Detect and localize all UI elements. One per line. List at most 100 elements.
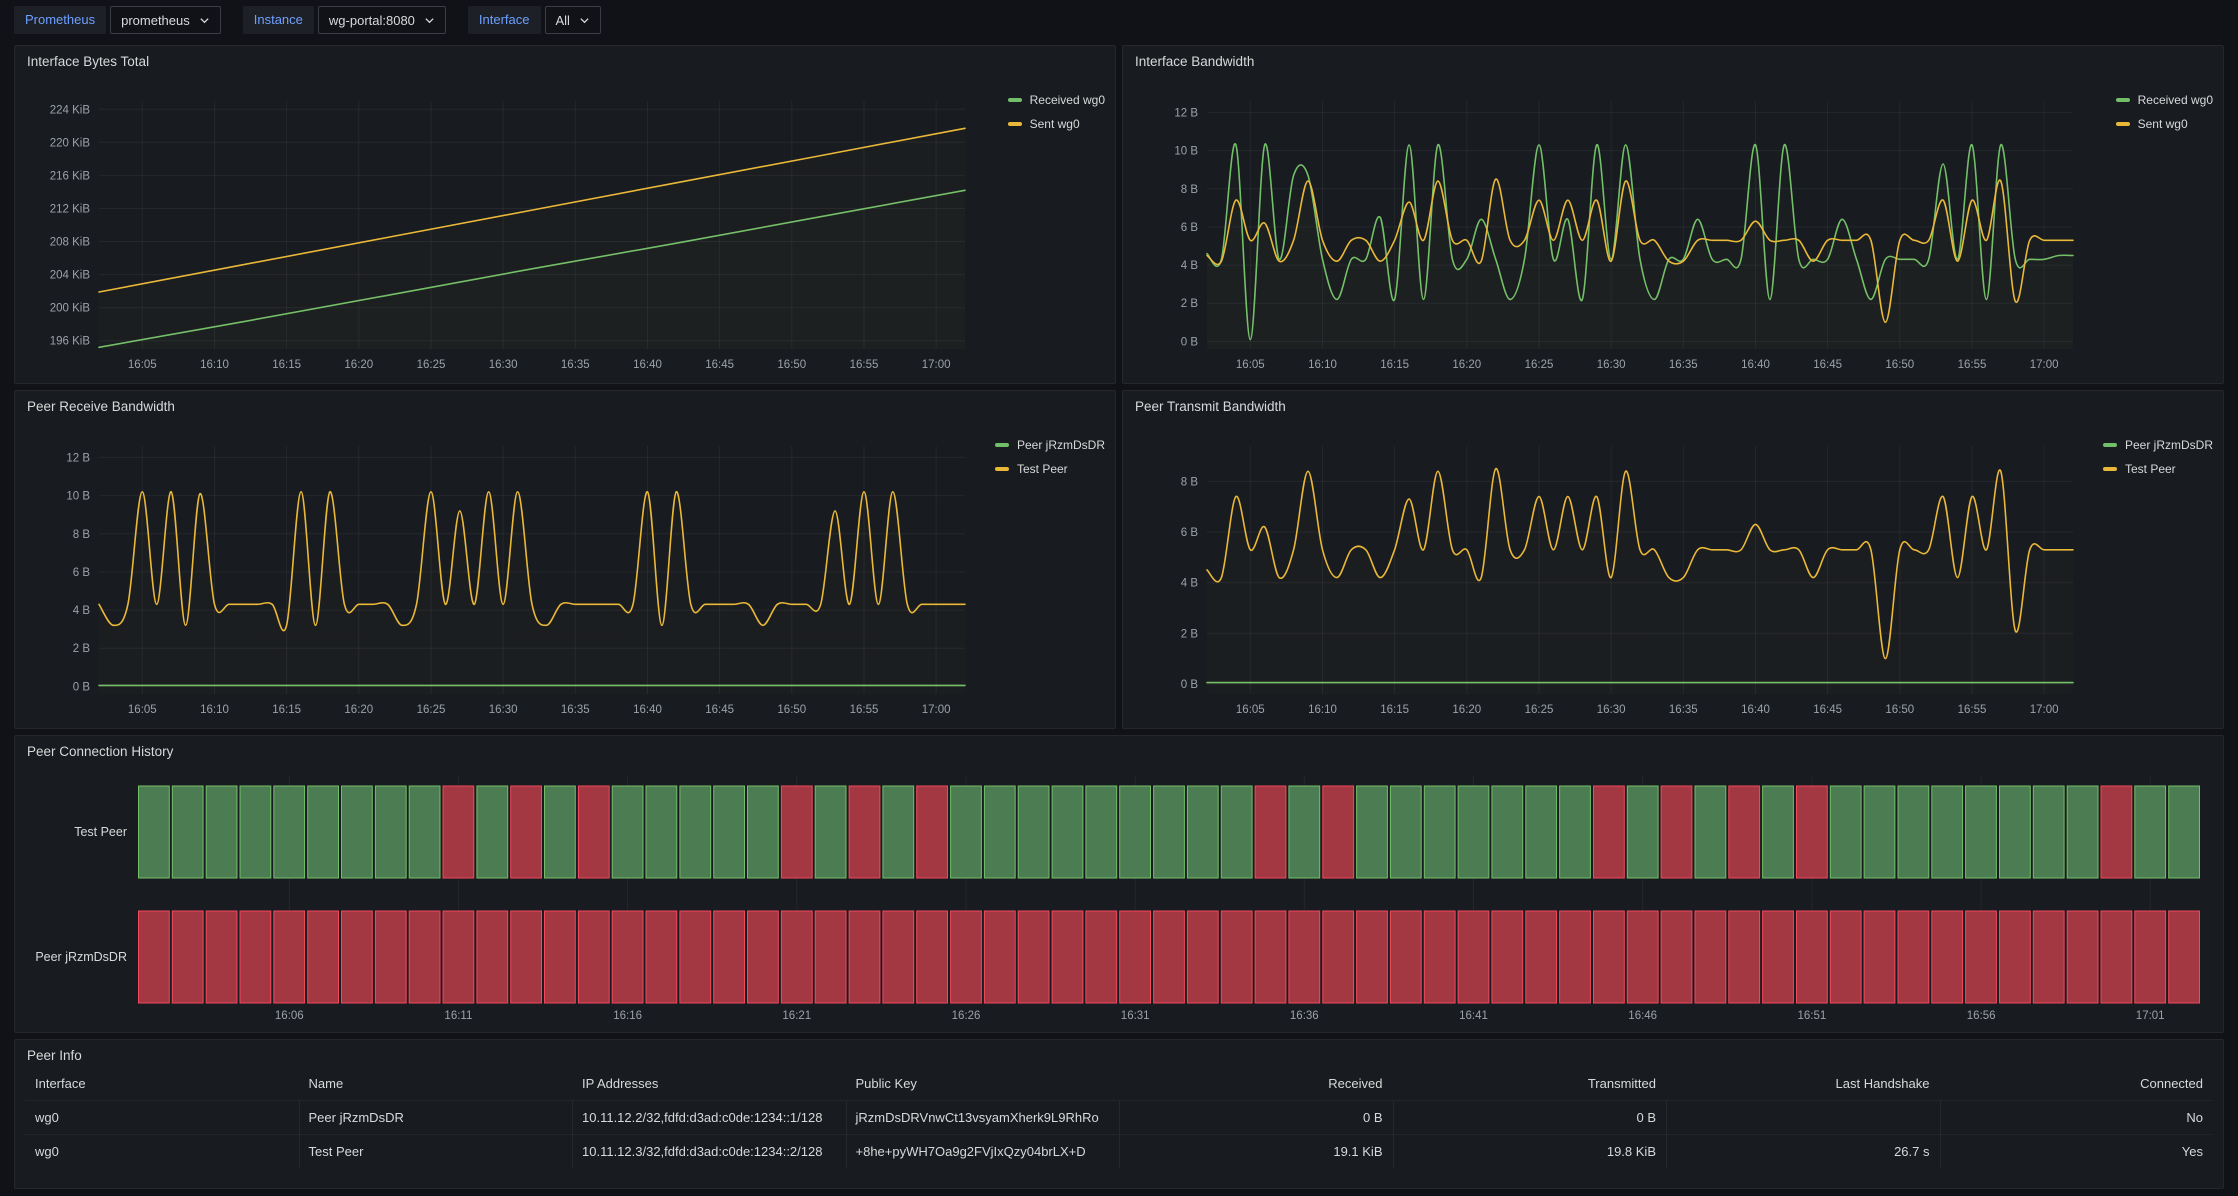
legend-item[interactable]: Peer jRzmDsDR: [2103, 438, 2213, 452]
svg-text:16:05: 16:05: [128, 704, 157, 716]
svg-text:16:35: 16:35: [1669, 359, 1698, 371]
svg-text:16:26: 16:26: [952, 1010, 981, 1022]
svg-text:2 B: 2 B: [1181, 628, 1199, 640]
chart-legend: Peer jRzmDsDR Test Peer: [2103, 438, 2213, 476]
legend-item[interactable]: Sent wg0: [2116, 117, 2213, 131]
svg-text:16:50: 16:50: [777, 704, 806, 716]
svg-text:16:30: 16:30: [489, 704, 518, 716]
svg-text:6 B: 6 B: [73, 567, 91, 579]
legend-item[interactable]: Received wg0: [1008, 93, 1105, 107]
panel-title-interface-bandwidth[interactable]: Interface Bandwidth: [1135, 54, 1254, 69]
panel-title-interface-bytes-total[interactable]: Interface Bytes Total: [27, 54, 149, 69]
svg-text:17:01: 17:01: [2136, 1010, 2165, 1022]
table-column-header[interactable]: Public Key: [846, 1068, 1120, 1100]
peer-transmit-bandwidth-chart[interactable]: 0 B2 B4 B6 B8 B16:0516:1016:1516:2016:25…: [1123, 391, 2223, 728]
svg-text:16:46: 16:46: [1628, 1010, 1657, 1022]
chevron-down-icon: [424, 15, 435, 26]
table-column-header[interactable]: Transmitted: [1393, 1068, 1667, 1100]
chevron-down-icon: [199, 15, 210, 26]
svg-text:6 B: 6 B: [1181, 222, 1199, 234]
variable-select-interface[interactable]: All: [545, 6, 601, 34]
panel-title-peer-connection-history[interactable]: Peer Connection History: [27, 744, 173, 759]
chart-legend: Peer jRzmDsDR Test Peer: [995, 438, 1105, 476]
svg-text:Test Peer: Test Peer: [74, 825, 127, 839]
table-cell: 10.11.12.2/32,fdfd:d3ad:c0de:1234::1/128: [572, 1100, 846, 1134]
legend-series-swatch: [995, 443, 1009, 447]
svg-text:16:55: 16:55: [850, 359, 879, 371]
legend-item[interactable]: Received wg0: [2116, 93, 2213, 107]
panel-title-peer-transmit-bandwidth[interactable]: Peer Transmit Bandwidth: [1135, 399, 1286, 414]
svg-text:16:55: 16:55: [850, 704, 879, 716]
variable-label-instance: Instance: [243, 6, 314, 34]
svg-text:16:11: 16:11: [444, 1010, 472, 1022]
panel-peer-info: Peer Info InterfaceNameIP AddressesPubli…: [14, 1039, 2224, 1189]
svg-text:16:51: 16:51: [1798, 1010, 1827, 1022]
panel-peer-receive-bandwidth: Peer Receive Bandwidth 0 B2 B4 B6 B8 B10…: [14, 390, 1116, 729]
svg-text:200 KiB: 200 KiB: [50, 303, 91, 315]
panel-interface-bandwidth: Interface Bandwidth 0 B2 B4 B6 B8 B10 B1…: [1122, 45, 2224, 384]
svg-text:16:10: 16:10: [1308, 359, 1337, 371]
svg-text:16:20: 16:20: [344, 359, 373, 371]
svg-text:16:45: 16:45: [1813, 359, 1842, 371]
table-column-header[interactable]: Received: [1119, 1068, 1393, 1100]
table-column-header[interactable]: Last Handshake: [1666, 1068, 1940, 1100]
legend-series-swatch: [1008, 122, 1022, 126]
svg-text:16:55: 16:55: [1958, 704, 1987, 716]
interface-bandwidth-chart[interactable]: 0 B2 B4 B6 B8 B10 B12 B16:0516:1016:1516…: [1123, 46, 2223, 383]
svg-text:16:30: 16:30: [1597, 704, 1626, 716]
table-column-header[interactable]: IP Addresses: [572, 1068, 846, 1100]
variable-interface: Interface All: [468, 6, 601, 34]
svg-text:2 B: 2 B: [1181, 298, 1199, 310]
svg-text:4 B: 4 B: [1181, 260, 1199, 272]
legend-series-swatch: [2103, 467, 2117, 471]
panel-title-peer-receive-bandwidth[interactable]: Peer Receive Bandwidth: [27, 399, 175, 414]
peer-info-table: InterfaceNameIP AddressesPublic KeyRecei…: [25, 1068, 2213, 1168]
peer-receive-bandwidth-chart[interactable]: 0 B2 B4 B6 B8 B10 B12 B16:0516:1016:1516…: [15, 391, 1115, 728]
legend-series-label: Peer jRzmDsDR: [1017, 438, 1105, 452]
chevron-down-icon: [579, 15, 590, 26]
svg-text:16:25: 16:25: [417, 359, 446, 371]
svg-text:16:56: 16:56: [1967, 1010, 1996, 1022]
svg-text:16:15: 16:15: [1380, 704, 1409, 716]
svg-text:8 B: 8 B: [73, 529, 91, 541]
chart-legend: Received wg0 Sent wg0: [1008, 93, 1105, 131]
table-cell: +8he+pyWH7Oa9g2FVjIxQzy04brLX+D: [846, 1134, 1120, 1168]
variable-select-instance[interactable]: wg-portal:8080: [318, 6, 446, 34]
table-column-header[interactable]: Interface: [25, 1068, 299, 1100]
legend-series-label: Received wg0: [2138, 93, 2213, 107]
svg-text:16:25: 16:25: [417, 704, 446, 716]
table-column-header[interactable]: Name: [299, 1068, 573, 1100]
variable-label-prometheus: Prometheus: [14, 6, 106, 34]
svg-text:16:50: 16:50: [1885, 704, 1914, 716]
svg-text:8 B: 8 B: [1181, 184, 1199, 196]
legend-item[interactable]: Test Peer: [2103, 462, 2213, 476]
svg-text:0 B: 0 B: [73, 681, 91, 693]
legend-series-swatch: [2103, 443, 2117, 447]
svg-text:17:00: 17:00: [2030, 704, 2059, 716]
table-cell: Peer jRzmDsDR: [299, 1100, 573, 1134]
svg-text:16:30: 16:30: [1597, 359, 1626, 371]
legend-series-swatch: [2116, 98, 2130, 102]
panel-title-peer-info[interactable]: Peer Info: [27, 1048, 82, 1063]
svg-text:16:20: 16:20: [1452, 704, 1481, 716]
svg-text:16:20: 16:20: [344, 704, 373, 716]
svg-text:8 B: 8 B: [1181, 476, 1199, 488]
svg-text:16:40: 16:40: [633, 359, 662, 371]
interface-bytes-total-chart[interactable]: 196 KiB200 KiB204 KiB208 KiB212 KiB216 K…: [15, 46, 1115, 383]
svg-text:16:35: 16:35: [561, 359, 590, 371]
table-column-header[interactable]: Connected: [1940, 1068, 2214, 1100]
svg-text:16:40: 16:40: [633, 704, 662, 716]
variable-select-prometheus[interactable]: prometheus: [110, 6, 221, 34]
legend-item[interactable]: Sent wg0: [1008, 117, 1105, 131]
peer-connection-history-chart[interactable]: 16:0616:1116:1616:2116:2616:3116:3616:41…: [15, 736, 2223, 1032]
table-cell: 19.8 KiB: [1393, 1134, 1667, 1168]
legend-item[interactable]: Peer jRzmDsDR: [995, 438, 1105, 452]
svg-text:16:55: 16:55: [1958, 359, 1987, 371]
svg-text:16:50: 16:50: [1885, 359, 1914, 371]
svg-text:16:45: 16:45: [1813, 704, 1842, 716]
svg-text:204 KiB: 204 KiB: [50, 270, 91, 282]
legend-series-label: Test Peer: [2125, 462, 2176, 476]
panel-interface-bytes-total: Interface Bytes Total 196 KiB200 KiB204 …: [14, 45, 1116, 384]
svg-text:Peer jRzmDsDR: Peer jRzmDsDR: [35, 950, 127, 964]
legend-item[interactable]: Test Peer: [995, 462, 1105, 476]
